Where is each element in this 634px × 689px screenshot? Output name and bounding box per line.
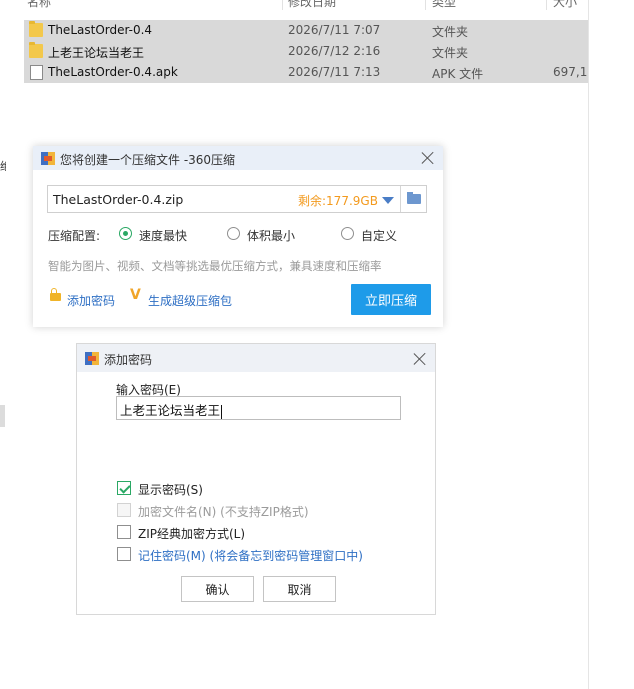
folder-icon: [29, 42, 43, 58]
column-divider[interactable]: [546, 0, 547, 10]
encrypt-filenames-label: 加密文件名(N) (不支持ZIP格式): [138, 505, 309, 519]
file-row[interactable]: TheLastOrder-0.4.apk 2026/7/11 7:13 APK …: [24, 62, 588, 83]
remember-password-checkbox[interactable]: [117, 547, 131, 561]
password-value: 上老王论坛当老王: [120, 403, 221, 418]
file-type: APK 文件: [432, 67, 484, 81]
zip-classic-encryption-label[interactable]: ZIP经典加密方式(L): [138, 525, 245, 542]
file-date: 2026/7/11 7:07: [288, 23, 381, 37]
dialog-title: 您将创建一个压缩文件 -360压缩: [60, 153, 236, 167]
compression-config-label: 压缩配置:: [48, 229, 101, 243]
file-row[interactable]: 上老王论坛当老王 2026/7/12 2:16 文件夹: [24, 41, 588, 62]
close-icon[interactable]: [413, 352, 427, 366]
column-divider[interactable]: [282, 0, 283, 10]
confirm-button[interactable]: 确认: [181, 576, 254, 602]
close-icon[interactable]: [421, 151, 435, 165]
show-password-checkbox[interactable]: [117, 481, 131, 495]
cancel-button[interactable]: 取消: [263, 576, 336, 602]
password-input[interactable]: 上老王论坛当老王: [116, 396, 401, 420]
file-name: TheLastOrder-0.4.apk: [48, 65, 178, 79]
column-divider[interactable]: [425, 0, 426, 10]
add-password-link[interactable]: 添加密码: [67, 292, 115, 309]
nav-pane-selection: [0, 405, 5, 427]
column-header: 名称 修改日期 类型 大小: [0, 0, 590, 8]
divider: [400, 186, 401, 212]
dialog-title: 添加密码: [104, 353, 153, 367]
encrypt-filenames-checkbox: [117, 503, 131, 517]
radio-fastest[interactable]: [119, 227, 132, 240]
add-password-dialog: 添加密码 输入密码(E) 上老王论坛当老王 显示密码(S) 加密文件名(N) (…: [76, 343, 436, 615]
360zip-app-icon: [41, 152, 55, 165]
text-caret: [221, 404, 223, 419]
column-name-header[interactable]: 名称: [27, 0, 51, 8]
compress-dialog: 您将创建一个压缩文件 -360压缩 TheLastOrder-0.4.zip 剩…: [33, 146, 443, 327]
compress-now-button[interactable]: 立即压缩: [351, 284, 431, 315]
column-type-header[interactable]: 类型: [432, 0, 456, 8]
browse-folder-icon[interactable]: [407, 192, 421, 204]
file-type: 文件夹: [432, 25, 469, 39]
remember-password-label[interactable]: 记住密码(M) (将会备忘到密码管理窗口中): [138, 547, 363, 564]
zip-classic-encryption-checkbox[interactable]: [117, 525, 131, 539]
radio-smallest-label[interactable]: 体积最小: [247, 227, 295, 244]
show-password-label[interactable]: 显示密码(S): [138, 481, 203, 498]
archive-filename[interactable]: TheLastOrder-0.4.zip: [53, 192, 183, 207]
radio-custom-label[interactable]: 自定义: [361, 227, 397, 244]
archive-path-field[interactable]: TheLastOrder-0.4.zip 剩余:177.9GB: [47, 185, 427, 213]
file-icon: [30, 65, 43, 80]
file-name: TheLastOrder-0.4: [48, 23, 153, 37]
file-date: 2026/7/12 2:16: [288, 44, 381, 58]
file-size: 697,10: [553, 65, 588, 79]
compression-hint: 智能为图片、视频、文档等挑选最优压缩方式，兼具速度和压缩率: [48, 259, 382, 273]
360zip-app-icon: [85, 352, 99, 365]
chevron-down-icon[interactable]: [382, 197, 394, 204]
v-badge-icon: V: [130, 287, 141, 303]
file-type: 文件夹: [432, 46, 469, 60]
file-name: 上老王论坛当老王: [48, 46, 145, 60]
pane-divider: [588, 0, 589, 689]
remaining-space: 剩余:177.9GB: [298, 194, 378, 208]
lock-icon[interactable]: [50, 288, 61, 301]
super-compress-link[interactable]: 生成超级压缩包: [148, 292, 232, 309]
radio-smallest[interactable]: [227, 227, 240, 240]
radio-custom[interactable]: [341, 227, 354, 240]
dialog-titlebar[interactable]: 添加密码: [77, 344, 435, 372]
column-size-header[interactable]: 大小: [553, 0, 577, 8]
nav-pane-fragment: 绝: [0, 160, 6, 173]
radio-fastest-label[interactable]: 速度最快: [139, 227, 187, 244]
column-date-header[interactable]: 修改日期: [288, 0, 336, 8]
file-date: 2026/7/11 7:13: [288, 65, 381, 79]
file-row[interactable]: TheLastOrder-0.4 2026/7/11 7:07 文件夹: [24, 20, 588, 41]
dialog-titlebar[interactable]: 您将创建一个压缩文件 -360压缩: [33, 146, 443, 170]
folder-icon: [29, 21, 43, 37]
